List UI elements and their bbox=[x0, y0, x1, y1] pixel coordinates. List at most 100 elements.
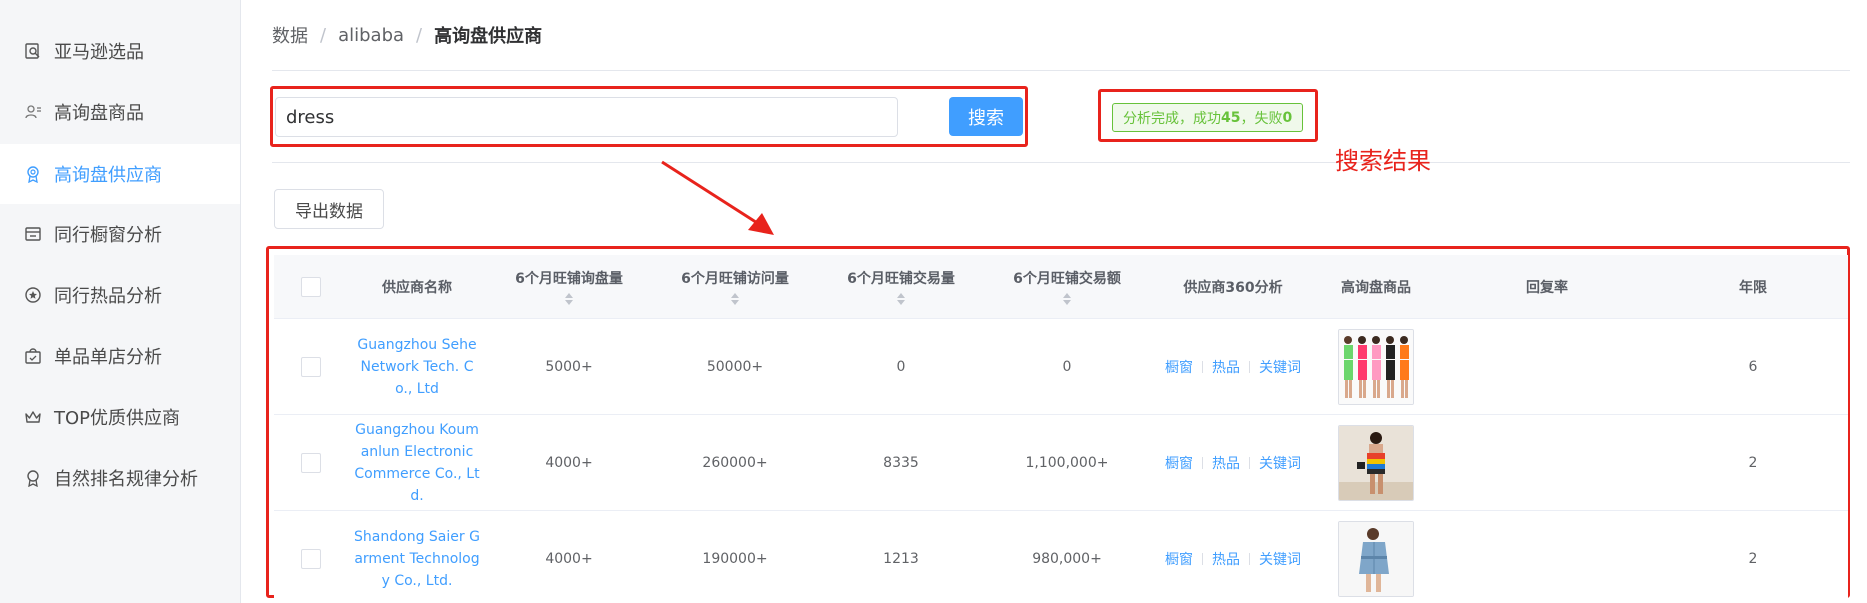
export-data-button[interactable]: 导出数据 bbox=[274, 189, 384, 229]
sidebar-item-high-inquiry-suppliers[interactable]: 高询盘供应商 bbox=[0, 144, 240, 204]
amount-cell: 0 bbox=[1062, 359, 1072, 375]
sidebar-item-label: 同行热品分析 bbox=[54, 286, 162, 307]
hot-products-link[interactable]: 热品 bbox=[1212, 357, 1240, 377]
column-header-label: 6个月旺铺交易量 bbox=[847, 271, 955, 287]
col-amount[interactable]: 6个月旺铺交易额 bbox=[984, 255, 1150, 319]
status-fail-count: 0 bbox=[1282, 109, 1293, 126]
search-button[interactable]: 搜索 bbox=[949, 97, 1023, 136]
sort-caret-icon[interactable] bbox=[896, 292, 906, 306]
supplier-link[interactable]: Shandong Saier Garment Technology Co., L… bbox=[354, 526, 480, 592]
status-success-count: 45 bbox=[1221, 109, 1241, 126]
col-supplier-360: 供应商360分析 bbox=[1150, 255, 1316, 319]
col-reply-rate: 回复率 bbox=[1436, 255, 1658, 319]
store-icon bbox=[24, 225, 42, 243]
transactions-cell: 8335 bbox=[883, 455, 919, 471]
hot-products-link[interactable]: 热品 bbox=[1212, 453, 1240, 473]
crown-icon bbox=[24, 408, 42, 426]
sidebar-item-label: 亚马逊选品 bbox=[54, 42, 144, 63]
status-middle: ，失败 bbox=[1240, 110, 1283, 127]
breadcrumb-separator: / bbox=[320, 24, 327, 46]
amount-cell: 1,100,000+ bbox=[1025, 455, 1109, 471]
years-cell: 6 bbox=[1748, 359, 1758, 375]
showcase-link[interactable]: 橱窗 bbox=[1165, 549, 1193, 569]
user-group-icon bbox=[24, 103, 42, 121]
divider bbox=[1202, 553, 1203, 565]
sort-caret-icon[interactable] bbox=[1062, 292, 1072, 306]
operations-cell: 橱窗 热品 关键词 bbox=[1150, 319, 1316, 415]
supplier-link[interactable]: Guangzhou Sehe Network Tech. Co., Ltd bbox=[354, 334, 480, 400]
sidebar-item-amazon-selection[interactable]: 亚马逊选品 bbox=[0, 22, 240, 80]
visits-cell: 50000+ bbox=[706, 359, 764, 375]
medal-icon bbox=[24, 469, 42, 487]
col-supplier-name: 供应商名称 bbox=[348, 255, 486, 319]
sidebar-item-peer-showcase[interactable]: 同行橱窗分析 bbox=[0, 205, 240, 263]
badge-icon bbox=[24, 165, 42, 183]
sort-caret-icon[interactable] bbox=[730, 292, 740, 306]
col-hot-products: 高询盘商品 bbox=[1316, 255, 1436, 319]
supplier-link[interactable]: Guangzhou Koumanlun Electronic Commerce … bbox=[354, 419, 480, 507]
column-header-label: 回复率 bbox=[1526, 280, 1568, 296]
table-row: Shandong Saier Garment Technology Co., L… bbox=[274, 511, 1848, 603]
sidebar: 亚马逊选品 高询盘商品 高询盘供应商 同行橱窗分析 同行热品分析 单品单店分析 bbox=[0, 0, 241, 603]
divider bbox=[1249, 457, 1250, 469]
annotation-label: 搜索结果 bbox=[1335, 147, 1431, 175]
column-header-label: 6个月旺铺交易额 bbox=[1013, 271, 1121, 287]
sidebar-item-label: 同行橱窗分析 bbox=[54, 225, 162, 246]
sidebar-item-single-product-store[interactable]: 单品单店分析 bbox=[0, 327, 240, 385]
column-header-label: 6个月旺铺访问量 bbox=[681, 271, 789, 287]
inquiries-cell: 4000+ bbox=[545, 455, 593, 471]
sidebar-item-natural-ranking[interactable]: 自然排名规律分析 bbox=[0, 449, 240, 507]
col-inquiries[interactable]: 6个月旺铺询盘量 bbox=[486, 255, 652, 319]
showcase-link[interactable]: 橱窗 bbox=[1165, 357, 1193, 377]
col-transactions[interactable]: 6个月旺铺交易量 bbox=[818, 255, 984, 319]
operations-cell: 橱窗 热品 关键词 bbox=[1150, 415, 1316, 511]
product-thumbnail[interactable] bbox=[1338, 329, 1414, 405]
visits-cell: 260000+ bbox=[702, 455, 768, 471]
breadcrumb-item-alibaba[interactable]: alibaba bbox=[338, 25, 404, 46]
years-cell: 2 bbox=[1748, 551, 1758, 567]
sidebar-item-high-inquiry-products[interactable]: 高询盘商品 bbox=[0, 83, 240, 141]
column-header-label: 供应商名称 bbox=[382, 280, 452, 296]
search-input[interactable]: dress bbox=[275, 97, 898, 137]
years-cell: 2 bbox=[1748, 455, 1758, 471]
divider bbox=[1202, 457, 1203, 469]
sidebar-item-peer-hot-products[interactable]: 同行热品分析 bbox=[0, 266, 240, 324]
product-thumbnail[interactable] bbox=[1338, 425, 1414, 501]
table-header: 供应商名称 6个月旺铺询盘量 6个月旺铺访问量 6个月旺铺交易量 6个月旺铺交易… bbox=[274, 255, 1848, 319]
showcase-link[interactable]: 橱窗 bbox=[1165, 453, 1193, 473]
search-divider bbox=[272, 162, 1850, 163]
search-doc-icon bbox=[24, 42, 42, 60]
divider bbox=[1249, 361, 1250, 373]
operations-cell: 橱窗 热品 关键词 bbox=[1150, 511, 1316, 603]
inquiries-cell: 4000+ bbox=[545, 551, 593, 567]
divider bbox=[1202, 361, 1203, 373]
row-checkbox[interactable] bbox=[301, 357, 321, 377]
transactions-cell: 0 bbox=[896, 359, 906, 375]
keywords-link[interactable]: 关键词 bbox=[1259, 453, 1301, 473]
product-thumbnail[interactable] bbox=[1338, 521, 1414, 597]
keywords-link[interactable]: 关键词 bbox=[1259, 357, 1301, 377]
sort-caret-icon[interactable] bbox=[564, 292, 574, 306]
thumbnail-cell bbox=[1316, 415, 1436, 511]
column-header-label: 高询盘商品 bbox=[1341, 280, 1411, 296]
inquiries-cell: 5000+ bbox=[545, 359, 593, 375]
column-header-label: 供应商360分析 bbox=[1183, 280, 1283, 296]
select-all-checkbox[interactable] bbox=[301, 277, 321, 297]
sidebar-item-label: TOP优质供应商 bbox=[54, 408, 181, 429]
row-select-cell bbox=[274, 415, 348, 511]
keywords-link[interactable]: 关键词 bbox=[1259, 549, 1301, 569]
divider bbox=[1249, 553, 1250, 565]
row-select-cell bbox=[274, 319, 348, 415]
row-checkbox[interactable] bbox=[301, 549, 321, 569]
breadcrumb-item-data[interactable]: 数据 bbox=[272, 22, 308, 48]
amount-cell: 980,000+ bbox=[1032, 551, 1102, 567]
supplier-cell: Shandong Saier Garment Technology Co., L… bbox=[348, 511, 486, 603]
row-checkbox[interactable] bbox=[301, 453, 321, 473]
column-header-label: 年限 bbox=[1739, 280, 1767, 296]
table-row: Guangzhou Sehe Network Tech. Co., Ltd 50… bbox=[274, 319, 1848, 415]
sidebar-item-top-suppliers[interactable]: TOP优质供应商 bbox=[0, 388, 240, 446]
visits-cell: 190000+ bbox=[702, 551, 768, 567]
hot-products-link[interactable]: 热品 bbox=[1212, 549, 1240, 569]
star-circle-icon bbox=[24, 286, 42, 304]
col-visits[interactable]: 6个月旺铺访问量 bbox=[652, 255, 818, 319]
